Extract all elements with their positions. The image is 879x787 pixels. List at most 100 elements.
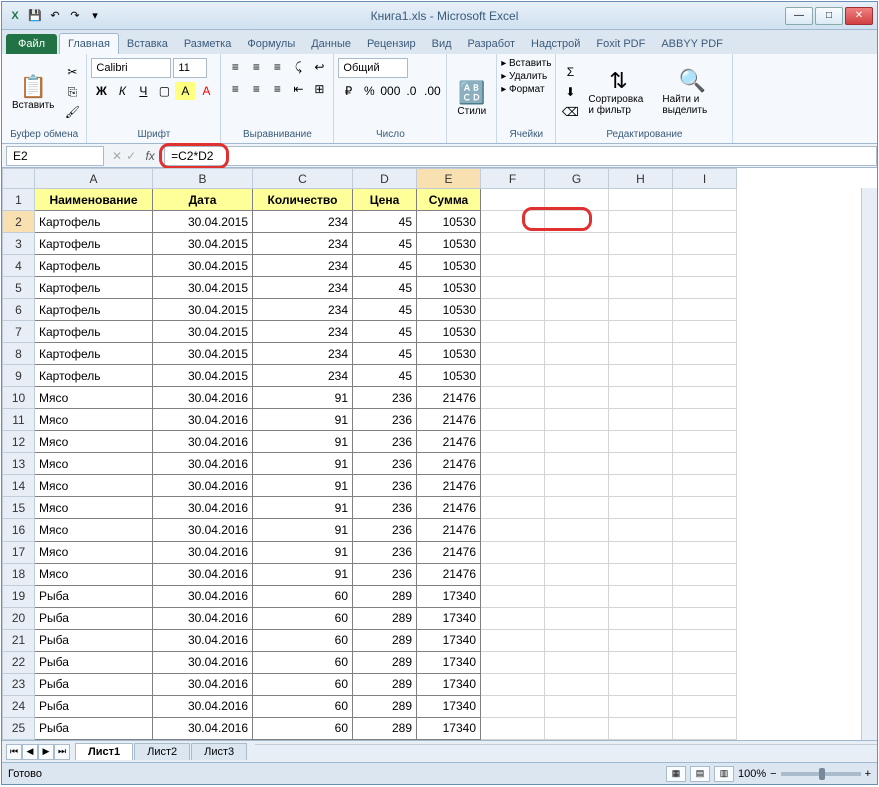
header-cell[interactable]: Сумма [417, 189, 481, 211]
cell[interactable]: 45 [353, 277, 417, 299]
cell[interactable] [481, 211, 545, 233]
header-cell[interactable]: Цена [353, 189, 417, 211]
view-normal-icon[interactable]: ▦ [666, 766, 686, 782]
cell[interactable]: 234 [253, 299, 353, 321]
cell[interactable] [481, 475, 545, 497]
cell[interactable]: 60 [253, 717, 353, 739]
row-header[interactable]: 22 [3, 651, 35, 673]
cell[interactable] [673, 365, 737, 387]
cell[interactable]: 45 [353, 255, 417, 277]
bold-icon[interactable]: Ж [91, 82, 111, 100]
cell[interactable] [545, 651, 609, 673]
col-header-B[interactable]: B [153, 169, 253, 189]
formula-input[interactable]: =C2*D2 [164, 146, 877, 166]
row-header[interactable]: 7 [3, 321, 35, 343]
col-header-I[interactable]: I [673, 169, 737, 189]
row-header[interactable]: 3 [3, 233, 35, 255]
cell[interactable]: 30.04.2016 [153, 409, 253, 431]
cut-icon[interactable]: ✂ [62, 63, 82, 81]
cell[interactable]: Картофель [35, 277, 153, 299]
cell[interactable] [545, 541, 609, 563]
row-header[interactable]: 18 [3, 563, 35, 585]
cell[interactable]: 60 [253, 607, 353, 629]
cell[interactable] [673, 541, 737, 563]
view-layout-icon[interactable]: ▤ [690, 766, 710, 782]
cell[interactable] [545, 607, 609, 629]
cell[interactable] [609, 629, 673, 651]
row-header[interactable]: 12 [3, 431, 35, 453]
merge-icon[interactable]: ⊞ [309, 80, 329, 98]
cell[interactable] [609, 387, 673, 409]
cell[interactable]: 234 [253, 365, 353, 387]
cell[interactable]: 10530 [417, 365, 481, 387]
view-pagebreak-icon[interactable]: ▥ [714, 766, 734, 782]
col-header-E[interactable]: E [417, 169, 481, 189]
dec-inc-icon[interactable]: .0 [401, 82, 421, 100]
cell[interactable] [481, 277, 545, 299]
cell[interactable]: 30.04.2015 [153, 299, 253, 321]
cell[interactable]: 236 [353, 453, 417, 475]
cell[interactable] [545, 563, 609, 585]
format-painter-icon[interactable]: 🖌 [62, 103, 82, 121]
cell[interactable]: 30.04.2016 [153, 453, 253, 475]
cell[interactable]: 30.04.2016 [153, 717, 253, 739]
cell[interactable] [545, 453, 609, 475]
col-header-D[interactable]: D [353, 169, 417, 189]
cell[interactable]: 30.04.2016 [153, 585, 253, 607]
cell[interactable]: 10530 [417, 277, 481, 299]
cell[interactable] [673, 695, 737, 717]
cell[interactable]: Мясо [35, 519, 153, 541]
redo-icon[interactable]: ↷ [66, 7, 84, 25]
cell[interactable]: 236 [353, 563, 417, 585]
cell[interactable]: Картофель [35, 321, 153, 343]
cell[interactable]: 30.04.2016 [153, 497, 253, 519]
tab-view[interactable]: Вид [424, 34, 460, 54]
cell[interactable] [609, 255, 673, 277]
cell[interactable]: 60 [253, 695, 353, 717]
cell[interactable]: 236 [353, 409, 417, 431]
cell[interactable]: Мясо [35, 475, 153, 497]
cell[interactable]: 21476 [417, 475, 481, 497]
cell[interactable] [609, 277, 673, 299]
cell[interactable] [481, 365, 545, 387]
align-center-icon[interactable]: ≡ [246, 80, 266, 98]
close-button[interactable]: ✕ [845, 7, 873, 25]
cell[interactable] [673, 673, 737, 695]
cell[interactable] [481, 673, 545, 695]
sheet-tab-1[interactable]: Лист1 [75, 743, 133, 760]
row-header[interactable]: 20 [3, 607, 35, 629]
find-select-button[interactable]: 🔍 Найти и выделить [656, 66, 728, 118]
cell[interactable]: Картофель [35, 255, 153, 277]
cell[interactable] [481, 607, 545, 629]
cell[interactable] [673, 387, 737, 409]
cell[interactable] [545, 673, 609, 695]
row-header[interactable]: 10 [3, 387, 35, 409]
cell[interactable]: 30.04.2016 [153, 431, 253, 453]
cell[interactable] [673, 497, 737, 519]
cell[interactable]: 17340 [417, 717, 481, 739]
cell[interactable]: 30.04.2015 [153, 233, 253, 255]
cell[interactable]: Картофель [35, 299, 153, 321]
cell[interactable]: 21476 [417, 497, 481, 519]
cell[interactable]: 234 [253, 255, 353, 277]
cell[interactable]: 21476 [417, 409, 481, 431]
cell[interactable]: Рыба [35, 585, 153, 607]
row-header[interactable]: 2 [3, 211, 35, 233]
cell[interactable]: 30.04.2016 [153, 695, 253, 717]
tab-developer[interactable]: Разработ [460, 34, 523, 54]
cell[interactable] [545, 255, 609, 277]
cell[interactable] [545, 629, 609, 651]
cell[interactable] [545, 299, 609, 321]
cell[interactable] [545, 321, 609, 343]
tab-formulas[interactable]: Формулы [239, 34, 303, 54]
cell[interactable]: 236 [353, 431, 417, 453]
cell[interactable]: 30.04.2016 [153, 607, 253, 629]
cell[interactable]: Мясо [35, 541, 153, 563]
cell[interactable]: 289 [353, 651, 417, 673]
cell[interactable] [545, 343, 609, 365]
cell[interactable] [545, 277, 609, 299]
cell[interactable] [481, 409, 545, 431]
cell[interactable] [545, 233, 609, 255]
cell[interactable]: 234 [253, 233, 353, 255]
indent-dec-icon[interactable]: ⇤ [288, 80, 308, 98]
